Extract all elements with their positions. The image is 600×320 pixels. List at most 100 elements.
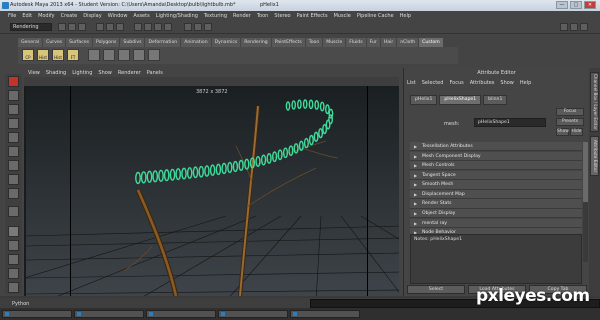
viewport-menu-shading[interactable]: Shading <box>46 70 66 76</box>
menu-edit[interactable]: Edit <box>22 13 32 19</box>
shelf-tab-curves[interactable]: Curves <box>43 38 66 47</box>
ae-menu-attributes[interactable]: Attributes <box>470 80 495 86</box>
universal-manipulator-icon[interactable] <box>8 160 19 171</box>
ae-menu-show[interactable]: Show <box>500 80 514 86</box>
shelf-hist-icon[interactable]: Hist <box>37 49 49 61</box>
shelf-tab-general[interactable]: General <box>18 38 43 47</box>
shelf-tab-subdivs[interactable]: Subdivs <box>120 38 145 47</box>
focus-button[interactable]: Focus <box>556 108 584 116</box>
shelf-tab-toon[interactable]: Toon <box>305 38 323 47</box>
ae-menu-help[interactable]: Help <box>520 80 531 86</box>
perspective-viewport[interactable]: 3872 x 3872 <box>24 86 399 296</box>
tab-channel-box-layer-editor[interactable]: Channel Box / Layer Editor <box>590 72 599 132</box>
menu-window[interactable]: Window <box>108 13 128 19</box>
mesh-name-field[interactable]: pHelixShape1 <box>474 118 546 127</box>
shelf-tab-deformation[interactable]: Deformation <box>145 38 181 47</box>
section-smooth-mesh[interactable]: Smooth Mesh <box>410 180 582 190</box>
snap-plane-icon[interactable] <box>164 23 172 31</box>
presets-button[interactable]: Presets <box>556 118 584 126</box>
ae-menu-selected[interactable]: Selected <box>422 80 444 86</box>
select-hierarchy-icon[interactable] <box>96 23 104 31</box>
minimize-button[interactable]: — <box>556 1 568 9</box>
section-tangent-space[interactable]: Tangent Space <box>410 170 582 180</box>
menu-texturing[interactable]: Texturing <box>204 13 227 19</box>
layout-persp-outliner-icon[interactable] <box>8 254 19 265</box>
layout-persp-graph-icon[interactable] <box>8 268 19 279</box>
hide-button[interactable]: Hide <box>570 128 583 136</box>
show-button[interactable]: Show <box>556 128 569 136</box>
menu-display[interactable]: Display <box>83 13 101 19</box>
menu-assets[interactable]: Assets <box>133 13 149 19</box>
shelf-hist2-icon[interactable]: Hist <box>52 49 64 61</box>
viewport-menu-panels[interactable]: Panels <box>147 70 163 76</box>
taskbar-item-1[interactable] <box>2 310 72 318</box>
layout-single-icon[interactable] <box>8 226 19 237</box>
taskbar-item-5[interactable] <box>290 310 360 318</box>
menu-paint-effects[interactable]: Paint Effects <box>297 13 328 19</box>
shelf-tab-rendering[interactable]: Rendering <box>241 38 271 47</box>
shelf-tab-muscle[interactable]: Muscle <box>323 38 346 47</box>
viewport-menu-view[interactable]: View <box>28 70 40 76</box>
menu-create[interactable]: Create <box>61 13 78 19</box>
snap-curve-icon[interactable] <box>144 23 152 31</box>
menu-modify[interactable]: Modify <box>38 13 55 19</box>
shelf-tab-dynamics[interactable]: Dynamics <box>211 38 241 47</box>
show-channel-box-icon[interactable] <box>580 23 588 31</box>
shelf-tab-animation[interactable]: Animation <box>181 38 211 47</box>
taskbar-item-3[interactable] <box>146 310 216 318</box>
shelf-tab-fur[interactable]: Fur <box>366 38 380 47</box>
taskbar-item-2[interactable] <box>74 310 144 318</box>
ae-tab-blinn1[interactable]: blinn1 <box>483 95 508 105</box>
shelf-custom-d-icon[interactable] <box>133 49 145 61</box>
scale-tool-icon[interactable] <box>8 146 19 157</box>
shelf-custom-a-icon[interactable] <box>88 49 100 61</box>
close-button[interactable]: ✕ <box>584 1 596 9</box>
maximize-button[interactable]: ▢ <box>570 1 582 9</box>
layout-four-icon[interactable] <box>8 240 19 251</box>
lasso-tool-icon[interactable] <box>8 90 19 101</box>
rotate-tool-icon[interactable] <box>8 132 19 143</box>
shelf-custom-c-icon[interactable] <box>118 49 130 61</box>
ae-tab-phelixshape1[interactable]: pHelixShape1 <box>439 95 482 105</box>
show-attribute-editor-icon[interactable] <box>560 23 568 31</box>
viewport-toolbar[interactable] <box>24 77 399 86</box>
tab-attribute-editor[interactable]: Attribute Editor <box>590 136 599 176</box>
shelf-tab-hair[interactable]: Hair <box>380 38 397 47</box>
notes-field[interactable]: Notes: pHelixShape1 <box>410 234 582 284</box>
taskbar-item-4[interactable] <box>218 310 288 318</box>
open-scene-icon[interactable] <box>68 23 76 31</box>
render-frame-icon[interactable] <box>184 23 192 31</box>
shelf-tab-fluids[interactable]: Fluids <box>346 38 366 47</box>
viewport-menu-lighting[interactable]: Lighting <box>72 70 92 76</box>
snap-grid-icon[interactable] <box>134 23 142 31</box>
shelf-custom-b-icon[interactable] <box>103 49 115 61</box>
section-tessellation-attributes[interactable]: Tessellation Attributes <box>410 142 582 152</box>
snap-point-icon[interactable] <box>154 23 162 31</box>
attribute-editor-scrollbar[interactable] <box>583 142 588 262</box>
section-render-stats[interactable]: Render Stats <box>410 199 582 209</box>
shelf-tab-painteffects[interactable]: PaintEffects <box>271 38 305 47</box>
menu-muscle[interactable]: Muscle <box>334 13 351 19</box>
section-mental-ray[interactable]: mental ray <box>410 218 582 228</box>
show-tool-settings-icon[interactable] <box>570 23 578 31</box>
move-tool-icon[interactable] <box>8 118 19 129</box>
ipr-render-icon[interactable] <box>194 23 202 31</box>
shelf-cp-icon[interactable]: CP <box>22 49 34 61</box>
soft-modify-tool-icon[interactable] <box>8 174 19 185</box>
command-language-label[interactable]: Python <box>12 301 29 307</box>
menu-set-dropdown[interactable]: Rendering <box>10 23 52 31</box>
layout-hypershade-icon[interactable] <box>8 282 19 293</box>
select-object-icon[interactable] <box>106 23 114 31</box>
ae-menu-list[interactable]: List <box>407 80 416 86</box>
last-tool-icon[interactable] <box>8 206 19 217</box>
viewport-menu-show[interactable]: Show <box>98 70 112 76</box>
scrollbar-thumb[interactable] <box>583 142 588 202</box>
ae-tab-phelix1[interactable]: pHelix1 <box>410 95 438 105</box>
ae-menu-focus[interactable]: Focus <box>449 80 463 86</box>
section-displacement-map[interactable]: Displacement Map <box>410 189 582 200</box>
select-tool-icon[interactable] <box>8 76 19 87</box>
shelf-tab-polygons[interactable]: Polygons <box>92 38 120 47</box>
show-manipulator-icon[interactable] <box>8 188 19 199</box>
section-object-display[interactable]: Object Display <box>410 209 582 219</box>
menu-file[interactable]: File <box>8 13 16 19</box>
